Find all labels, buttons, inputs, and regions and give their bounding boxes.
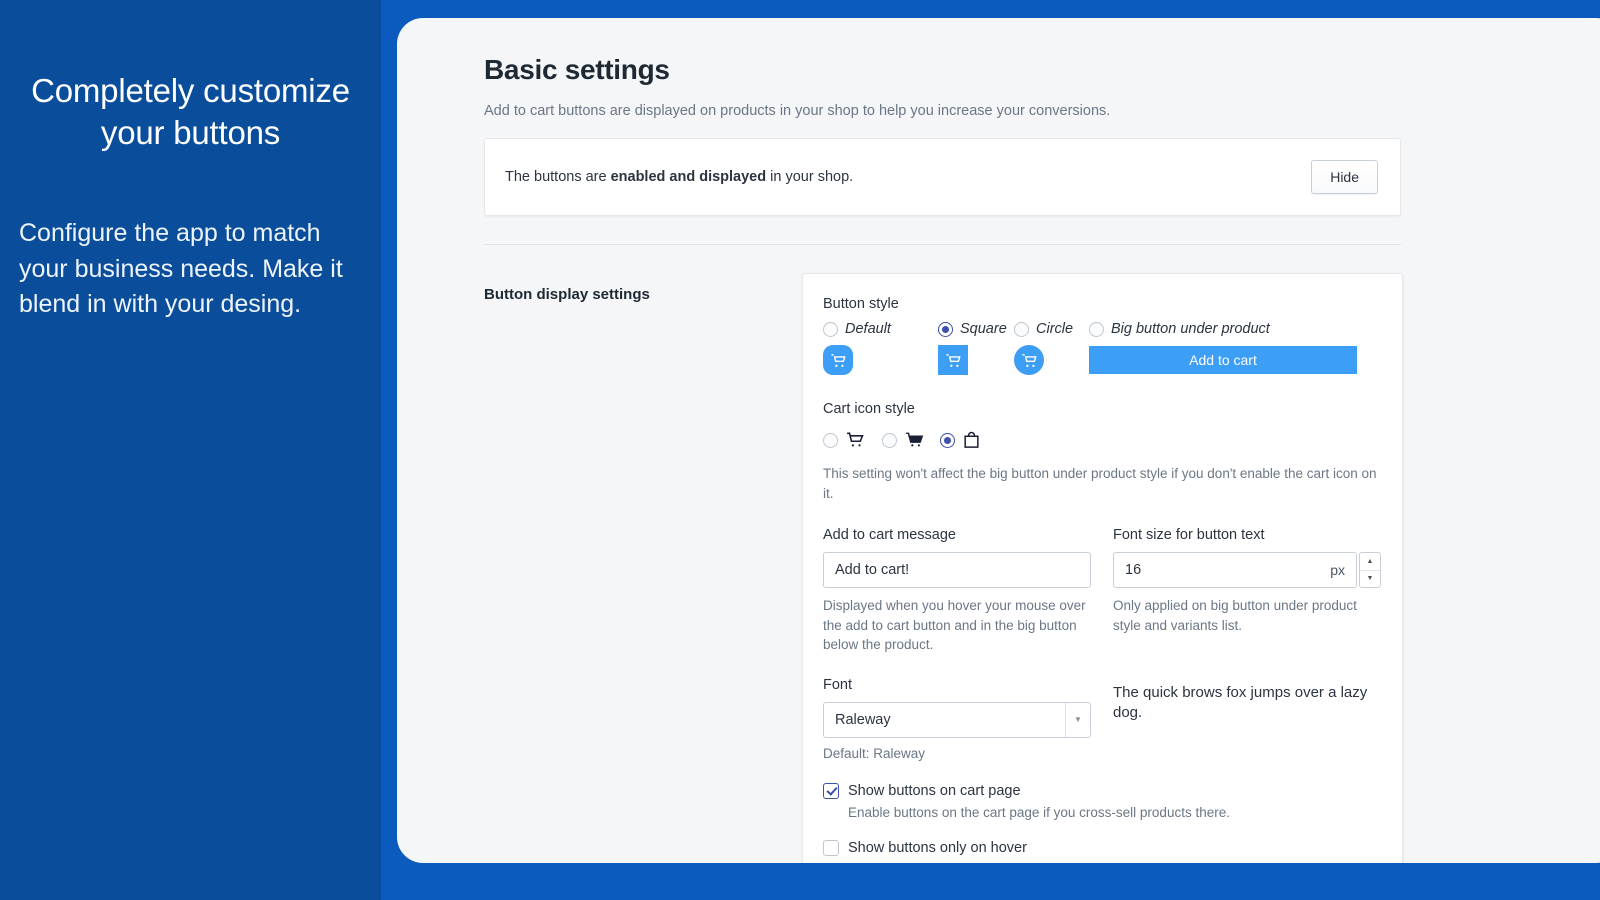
banner-text-strong: enabled and displayed [611, 169, 767, 185]
page-subtitle: Add to cart buttons are displayed on pro… [484, 103, 1600, 119]
button-display-settings-section: Button display settings Button style Def… [484, 273, 1484, 863]
settings-group-label: Button display settings [484, 286, 802, 303]
cart-icon-style-block: Cart icon style [823, 401, 1382, 503]
radio-circle[interactable] [1014, 322, 1029, 337]
font-size-label: Font size for button text [1113, 527, 1381, 543]
settings-label-column: Button display settings [484, 273, 802, 863]
font-size-spinner: ▲ ▼ [1359, 552, 1381, 588]
banner-text-after: in your shop. [766, 169, 853, 185]
cart-icon-style-help: This setting won't affect the big button… [823, 464, 1382, 503]
font-size-stepper: 16 px ▲ ▼ [1113, 552, 1381, 588]
button-style-radio-group: Default Square Circle Big button under p… [823, 321, 1382, 337]
button-style-label-square: Square [960, 321, 1007, 337]
font-size-input[interactable]: 16 px [1113, 552, 1357, 588]
cart-icon [945, 352, 962, 369]
cart-icon [1021, 352, 1038, 369]
cart-icon-badge-circle [1014, 345, 1044, 375]
main-content-card: Basic settings Add to cart buttons are d… [397, 18, 1600, 863]
stepper-up-button[interactable]: ▲ [1360, 553, 1380, 571]
preview-square [938, 345, 1014, 375]
radio-cart-filled[interactable] [882, 433, 897, 448]
stepper-down-button[interactable]: ▼ [1360, 571, 1380, 588]
font-select-value: Raleway [835, 712, 891, 728]
font-default-note: Default: Raleway [823, 746, 1091, 761]
checkbox-label-show-buttons-on-cart-page: Show buttons on cart page [848, 783, 1021, 799]
promo-subtitle: Configure the app to match your business… [14, 216, 367, 323]
font-size-suffix: px [1330, 562, 1345, 578]
cart-icon-badge-square [938, 345, 968, 375]
cart-icon-option-filled[interactable] [882, 430, 940, 450]
cart-icon-option-outline[interactable] [823, 430, 882, 450]
big-button-preview: Add to cart [1089, 346, 1357, 374]
shopping-bag-icon [962, 430, 981, 450]
add-to-cart-message-label: Add to cart message [823, 527, 1091, 543]
radio-square[interactable] [938, 322, 953, 337]
button-style-label-default: Default [845, 321, 891, 337]
radio-big-button[interactable] [1089, 322, 1104, 337]
radio-cart-outline[interactable] [823, 433, 838, 448]
font-sample-text: The quick brows fox jumps over a lazy do… [1113, 677, 1381, 724]
promo-panel: Completely customize your buttons Config… [0, 0, 381, 900]
cart-icon-style-radio-group [823, 426, 1382, 454]
add-to-cart-message-field-group: Add to cart message Displayed when you h… [823, 527, 1091, 655]
checkbox-show-buttons-only-on-hover[interactable] [823, 840, 839, 856]
font-size-field-group: Font size for button text 16 px ▲ ▼ On [1113, 527, 1381, 655]
button-style-label-circle: Circle [1036, 321, 1073, 337]
add-to-cart-message-input[interactable] [823, 552, 1091, 588]
preview-default [823, 345, 938, 375]
font-label: Font [823, 677, 1091, 693]
chevron-down-icon[interactable]: ▼ [1065, 703, 1090, 737]
radio-shopping-bag[interactable] [940, 433, 955, 448]
show-on-hover-row[interactable]: Show buttons only on hover [823, 840, 1382, 856]
status-banner-text: The buttons are enabled and displayed in… [505, 169, 853, 185]
hide-button[interactable]: Hide [1311, 160, 1378, 194]
font-row: Font Raleway ▼ Default: Raleway The quic… [823, 677, 1382, 761]
button-style-option-circle[interactable]: Circle [1014, 321, 1089, 337]
cart-icon [830, 352, 847, 369]
settings-card: Button style Default Square Circle [802, 273, 1403, 863]
checkbox-help-show-buttons-on-cart-page: Enable buttons on the cart page if you c… [848, 805, 1382, 820]
radio-default[interactable] [823, 322, 838, 337]
preview-circle [1014, 345, 1089, 375]
checkbox-show-buttons-on-cart-page[interactable] [823, 783, 839, 799]
cart-icon-style-label: Cart icon style [823, 401, 1382, 417]
button-style-option-default[interactable]: Default [823, 321, 938, 337]
font-select-group: Font Raleway ▼ Default: Raleway [823, 677, 1091, 761]
page-title: Basic settings [484, 54, 1600, 86]
cart-icon-badge-default [823, 345, 853, 375]
show-on-hover-block: Show buttons only on hover The buttons w… [823, 840, 1382, 863]
show-on-cart-page-block: Show buttons on cart page Enable buttons… [823, 783, 1382, 820]
button-style-label-big-button: Big button under product [1111, 321, 1270, 337]
checkbox-help-show-buttons-only-on-hover: The buttons will show only when you have… [848, 862, 1382, 863]
button-style-previews: Add to cart [823, 344, 1382, 376]
cart-outline-icon [845, 430, 865, 450]
fields-row: Add to cart message Displayed when you h… [823, 527, 1382, 655]
cart-icon-option-bag[interactable] [940, 430, 981, 450]
font-select[interactable]: Raleway ▼ [823, 702, 1091, 738]
show-on-cart-page-row[interactable]: Show buttons on cart page [823, 783, 1382, 799]
status-banner: The buttons are enabled and displayed in… [484, 138, 1401, 216]
button-style-label: Button style [823, 296, 1382, 312]
button-style-option-big-button[interactable]: Big button under product [1089, 321, 1270, 337]
button-style-option-square[interactable]: Square [938, 321, 1014, 337]
banner-text-before: The buttons are [505, 169, 611, 185]
add-to-cart-message-help: Displayed when you hover your mouse over… [823, 596, 1091, 655]
promo-title: Completely customize your buttons [14, 70, 367, 154]
cart-filled-icon [904, 430, 924, 450]
font-size-help: Only applied on big button under product… [1113, 596, 1381, 635]
section-divider [484, 244, 1401, 245]
font-size-value: 16 [1125, 562, 1330, 578]
checkbox-label-show-buttons-only-on-hover: Show buttons only on hover [848, 840, 1027, 856]
